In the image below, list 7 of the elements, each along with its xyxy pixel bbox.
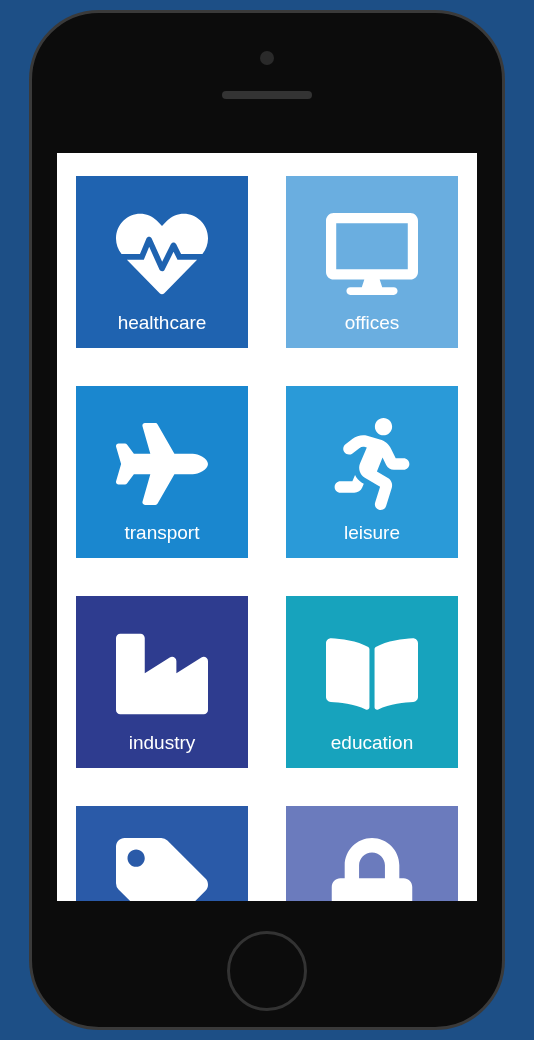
category-tile[interactable]: offices bbox=[286, 176, 458, 348]
category-tile[interactable]: transport bbox=[76, 386, 248, 558]
category-tile[interactable]: leisure bbox=[286, 386, 458, 558]
category-tile[interactable]: education bbox=[286, 596, 458, 768]
category-tile[interactable]: industry bbox=[76, 596, 248, 768]
category-tile[interactable]: healthcare bbox=[76, 176, 248, 348]
camera-lens bbox=[260, 51, 274, 65]
